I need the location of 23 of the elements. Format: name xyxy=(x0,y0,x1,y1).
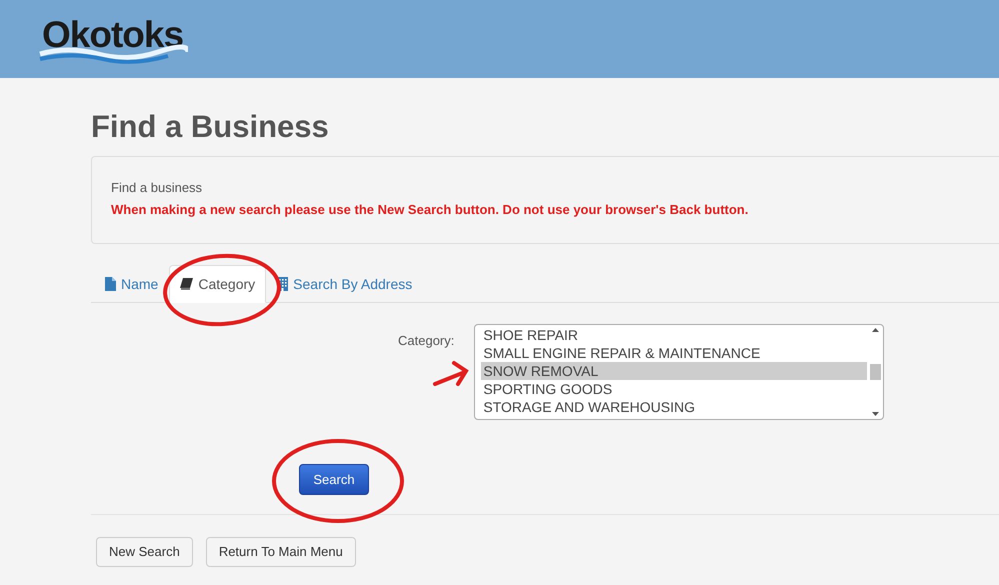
list-option[interactable]: SPORTING GOODS xyxy=(481,380,868,398)
warning-text: When making a new search please use the New Search button. Do not use your browser's Back button. xyxy=(111,200,750,219)
footer-button[interactable]: Return To Main Menu xyxy=(206,537,356,567)
scrollbar-thumb[interactable] xyxy=(870,364,881,380)
page-title: Find a Business xyxy=(91,111,330,142)
tab[interactable]: Name xyxy=(94,265,170,303)
category-listbox[interactable]: SHOE REPAIR SMALL ENGINE REPAIR & MAINTENANCE SNOW REMOVAL SPORTING GOODS STORAGE AND WAREHOUSING xyxy=(474,324,884,420)
tab[interactable]: Search By Address xyxy=(266,265,424,303)
scroll-up-icon[interactable] xyxy=(872,328,879,332)
annotation-arrow xyxy=(432,360,470,388)
footer-button[interactable]: New Search xyxy=(96,537,193,567)
tab[interactable]: Category xyxy=(169,265,266,303)
file-icon xyxy=(105,277,116,291)
scroll-down-icon[interactable] xyxy=(872,412,879,416)
list-option[interactable]: STORAGE AND WAREHOUSING xyxy=(481,398,868,416)
info-heading: Find a business xyxy=(111,179,204,197)
search-button[interactable]: Search xyxy=(299,464,369,495)
logo[interactable]: Okotoks xyxy=(38,14,188,64)
list-option[interactable]: SMALL ENGINE REPAIR & MAINTENANCE xyxy=(481,344,868,362)
book-icon xyxy=(180,278,194,290)
list-option[interactable]: SHOE REPAIR xyxy=(481,326,868,344)
list-option[interactable]: SNOW REMOVAL xyxy=(481,362,868,380)
field-label: Category: xyxy=(398,332,454,350)
